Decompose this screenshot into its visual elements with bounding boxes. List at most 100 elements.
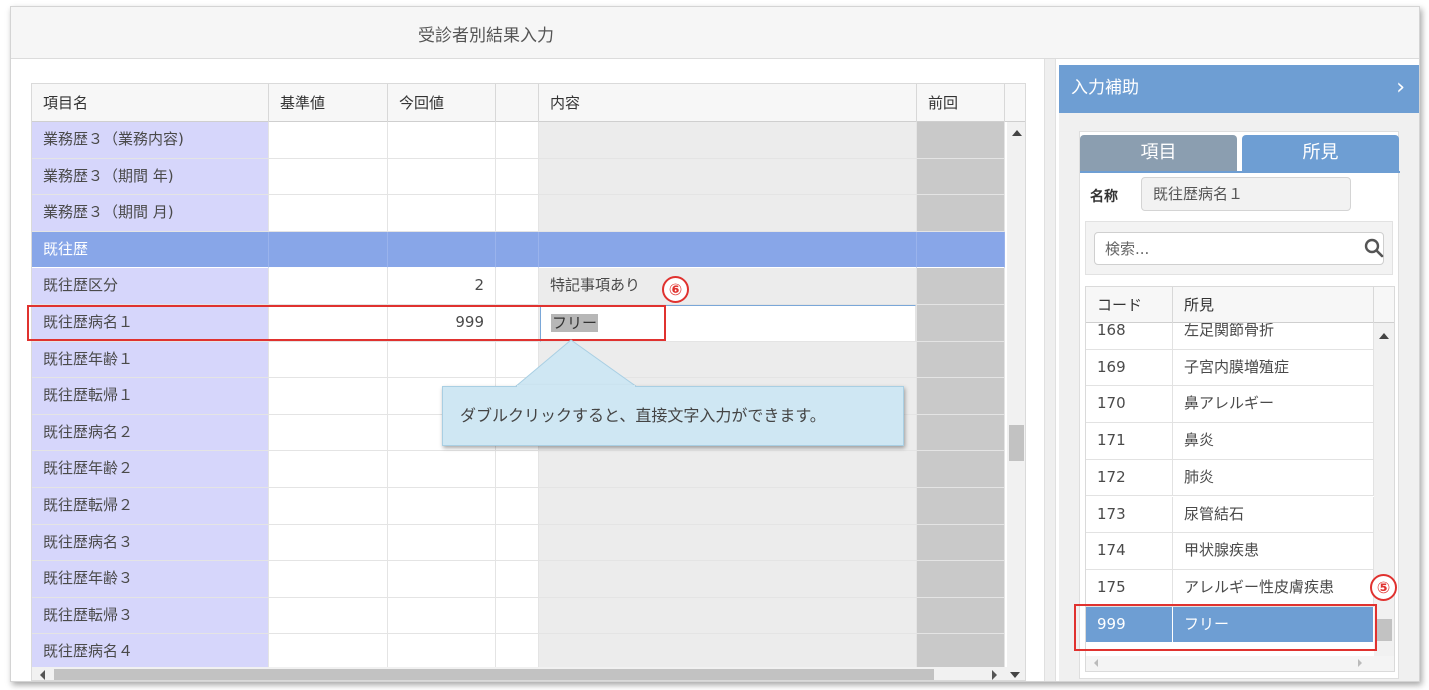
list-item[interactable]: 170 鼻アレルギー [1086, 386, 1374, 424]
cell-content[interactable] [539, 158, 917, 196]
cell-previous[interactable] [917, 122, 1005, 159]
table-row[interactable]: 既往歴病名４ [32, 634, 1007, 667]
cell-blank[interactable] [496, 451, 539, 488]
cell-item-name[interactable]: 業務歴３（業務内容) [32, 122, 269, 159]
cell-content[interactable] [539, 122, 917, 159]
tab-item[interactable]: 項目 [1080, 135, 1237, 171]
cell-blank[interactable] [496, 158, 539, 196]
cell-standard[interactable] [269, 195, 388, 232]
cell-item-name[interactable]: 業務歴３（期間 月) [32, 195, 269, 232]
list-horizontal-scrollbar[interactable] [1086, 656, 1394, 671]
scroll-thumb[interactable] [1009, 425, 1024, 461]
cell-content[interactable] [539, 488, 917, 525]
cell-content[interactable] [539, 451, 917, 488]
list-item[interactable]: 175 アレルギー性皮膚疾患 [1086, 569, 1374, 607]
cell-previous[interactable] [917, 561, 1005, 598]
scroll-down-arrow-icon[interactable] [1010, 672, 1020, 678]
cell-standard[interactable] [269, 414, 388, 452]
scroll-right-arrow-icon[interactable] [992, 670, 997, 680]
cell-standard[interactable] [269, 122, 388, 159]
cell-blank[interactable] [496, 341, 539, 379]
cell-item-name[interactable]: 既往歴年齢２ [32, 451, 269, 488]
scroll-thumb[interactable] [54, 669, 934, 680]
col-header-previous[interactable]: 前回 [917, 84, 1005, 122]
cell-previous[interactable] [917, 451, 1005, 488]
cell-item-name[interactable]: 既往歴区分 [32, 268, 269, 305]
table-section-row[interactable]: 既往歴 [32, 231, 1007, 269]
table-row[interactable]: 既往歴年齢１ [32, 341, 1007, 379]
cell-item-name[interactable]: 既往歴年齢３ [32, 561, 269, 598]
scroll-up-arrow-icon[interactable] [1012, 130, 1022, 136]
table-row[interactable]: 業務歴３（期間 月) [32, 195, 1007, 232]
list-col-code[interactable]: コード [1086, 287, 1173, 323]
list-item[interactable]: 173 尿管結石 [1086, 496, 1374, 534]
cell-content[interactable] [539, 597, 917, 635]
cell-current-value[interactable] [388, 488, 496, 525]
cell-content[interactable] [539, 341, 917, 379]
cell-current-value[interactable] [388, 195, 496, 232]
cell-item-name[interactable]: 既往歴病名４ [32, 634, 269, 667]
cell-previous[interactable] [917, 305, 1005, 342]
cell-item-name[interactable]: 既往歴病名２ [32, 414, 269, 452]
table-row[interactable]: 既往歴年齢３ [32, 561, 1007, 598]
cell-current-value[interactable] [388, 597, 496, 635]
cell-previous[interactable] [917, 341, 1005, 379]
cell-item-name[interactable]: 既往歴病名３ [32, 524, 269, 562]
table-row[interactable]: 既往歴転帰２ [32, 488, 1007, 525]
cell-current-value[interactable] [388, 524, 496, 562]
cell-current-value[interactable] [388, 158, 496, 196]
panel-splitter[interactable] [1044, 59, 1056, 681]
list-vertical-scrollbar[interactable] [1374, 323, 1394, 656]
cell-standard[interactable] [269, 231, 388, 269]
cell-previous[interactable] [917, 488, 1005, 525]
cell-blank[interactable] [496, 561, 539, 598]
cell-previous[interactable] [917, 634, 1005, 667]
scroll-left-arrow-icon[interactable] [40, 670, 45, 680]
cell-blank[interactable] [496, 268, 539, 305]
cell-current-value[interactable] [388, 341, 496, 379]
col-header-blank[interactable] [496, 84, 539, 122]
table-row[interactable]: 既往歴転帰３ [32, 597, 1007, 635]
cell-standard[interactable] [269, 341, 388, 379]
cell-blank[interactable] [496, 488, 539, 525]
scroll-up-arrow-icon[interactable] [1379, 333, 1389, 339]
cell-current-value[interactable] [388, 451, 496, 488]
col-header-current[interactable]: 今回値 [388, 84, 496, 122]
grid-horizontal-scrollbar[interactable] [32, 667, 1025, 680]
cell-content[interactable] [539, 524, 917, 562]
cell-blank[interactable] [496, 597, 539, 635]
cell-previous[interactable] [917, 414, 1005, 452]
cell-item-name[interactable]: 既往歴転帰３ [32, 597, 269, 635]
cell-standard[interactable] [269, 634, 388, 667]
cell-blank[interactable] [496, 634, 539, 667]
table-row[interactable]: 業務歴３（業務内容) [32, 122, 1007, 159]
cell-standard[interactable] [269, 158, 388, 196]
chevron-right-icon[interactable]: › [1396, 65, 1405, 111]
cell-standard[interactable] [269, 268, 388, 305]
cell-previous[interactable] [917, 195, 1005, 232]
cell-blank[interactable] [496, 231, 539, 269]
search-input[interactable] [1094, 232, 1384, 265]
cell-item-name[interactable]: 既往歴転帰２ [32, 488, 269, 525]
cell-current-value[interactable] [388, 231, 496, 269]
list-item[interactable]: 174 甲状腺疾患 [1086, 533, 1374, 570]
cell-standard[interactable] [269, 488, 388, 525]
cell-previous[interactable] [917, 158, 1005, 196]
cell-current-value[interactable]: 2 [388, 268, 496, 305]
cell-item-name[interactable]: 既往歴転帰１ [32, 378, 269, 415]
tab-finding[interactable]: 所見 [1242, 135, 1399, 171]
scroll-right-arrow-icon[interactable] [1358, 659, 1362, 667]
cell-current-value[interactable] [388, 561, 496, 598]
cell-previous[interactable] [917, 524, 1005, 562]
table-row[interactable]: 既往歴年齢２ [32, 451, 1007, 488]
list-item[interactable]: 172 肺炎 [1086, 459, 1374, 497]
search-icon[interactable] [1364, 238, 1384, 258]
cell-item-name[interactable]: 既往歴 [32, 231, 269, 269]
list-item[interactable]: 168 左足関節骨折 [1086, 323, 1374, 350]
col-header-standard[interactable]: 基準値 [269, 84, 388, 122]
cell-content[interactable] [539, 634, 917, 667]
cell-standard[interactable] [269, 451, 388, 488]
cell-standard[interactable] [269, 597, 388, 635]
cell-standard[interactable] [269, 378, 388, 415]
cell-blank[interactable] [496, 524, 539, 562]
